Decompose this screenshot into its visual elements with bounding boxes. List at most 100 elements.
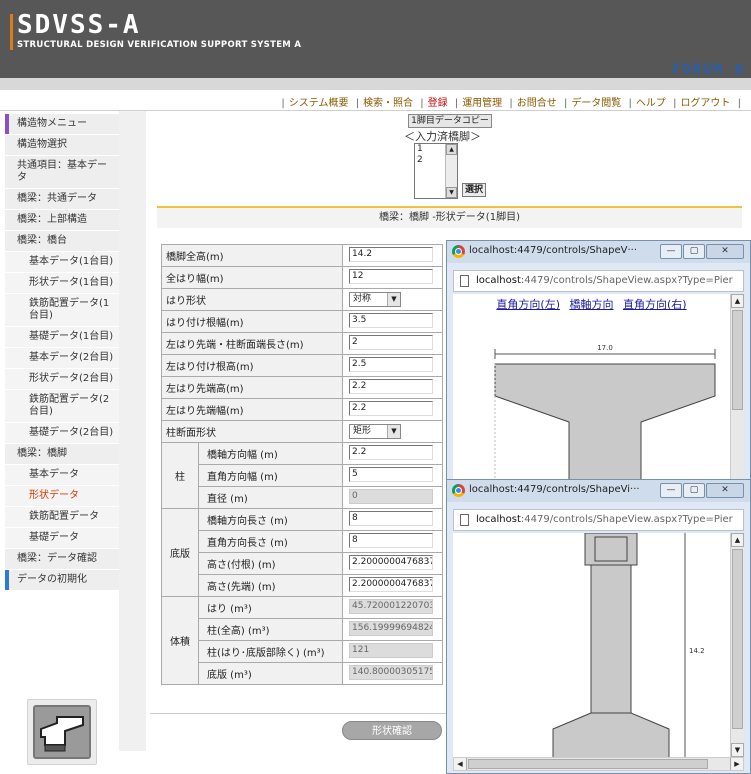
scroll-left-icon[interactable]: ◀: [454, 758, 467, 770]
scroll-up-icon[interactable]: ▲: [731, 294, 744, 308]
pier-height-input[interactable]: 14.2: [349, 246, 433, 262]
field-label: 直角方向幅 (m): [198, 464, 343, 487]
close-icon[interactable]: ✕: [706, 483, 744, 498]
beam-root-height-input[interactable]: 2.5: [349, 356, 433, 372]
nav-data-browse[interactable]: データ閲覧: [571, 98, 621, 109]
sidebar-item-marker: [5, 390, 9, 422]
scroll-down-icon[interactable]: ▼: [731, 743, 744, 757]
nav-search[interactable]: 検索・照合: [363, 98, 413, 109]
window-titlebar[interactable]: localhost:4479/controls/ShapeV··· — ▢ ✕: [447, 241, 750, 263]
sidebar-item[interactable]: 橋梁：共通データ: [5, 189, 119, 210]
sidebar-item[interactable]: 橋梁：橋脚: [5, 444, 119, 465]
scroll-down-icon[interactable]: ▼: [446, 187, 457, 198]
maximize-icon[interactable]: ▢: [683, 483, 705, 498]
footing-tip-height-input[interactable]: 2.2000000476837: [349, 576, 433, 592]
sidebar-item[interactable]: 基本データ(2台目): [5, 348, 119, 369]
sidebar-item[interactable]: 橋梁：上部構造: [5, 210, 119, 231]
copy-pier-data-button[interactable]: 1脚目データコピー: [408, 114, 492, 128]
page-icon: [460, 275, 469, 287]
sidebar-item[interactable]: 形状データ(1台目): [5, 273, 119, 294]
url-path: :4479/controls/ShapeView.aspx?Type=Pier: [520, 514, 733, 525]
footing-bridge-axis-length-input[interactable]: 8: [349, 510, 433, 526]
nav-system-overview[interactable]: システム概要: [289, 98, 349, 109]
shape-view-window-1[interactable]: localhost:4479/controls/ShapeV··· — ▢ ✕ …: [446, 240, 751, 490]
table-row: 全はり幅(m) 12: [161, 266, 443, 289]
sidebar-item[interactable]: 構造物選択: [5, 135, 119, 156]
table-row: 直角方向幅 (m) 5: [162, 464, 443, 487]
column-bridge-axis-width-input[interactable]: 2.2: [349, 444, 433, 460]
nav-register[interactable]: 登録: [428, 98, 448, 109]
nav-help[interactable]: ヘルプ: [636, 98, 666, 109]
sidebar-item[interactable]: 鉄筋配置データ(2台目): [5, 390, 119, 423]
chevron-down-icon: ▼: [387, 425, 400, 438]
scroll-up-icon[interactable]: ▲: [731, 533, 744, 547]
scrollbar-thumb[interactable]: [732, 310, 743, 410]
field-label: 底版 (m³): [198, 662, 343, 685]
scrollbar-thumb[interactable]: [468, 759, 708, 769]
beam-tip-height-input[interactable]: 2.2: [349, 378, 433, 394]
sidebar-item[interactable]: 基礎データ(2台目): [5, 423, 119, 444]
sidebar-item[interactable]: 橋梁：橋台: [5, 231, 119, 252]
url-host: localhost: [476, 514, 521, 525]
page-icon: [460, 514, 469, 526]
sidebar-item-label: 構造物選択: [17, 139, 67, 150]
listbox-scrollbar[interactable]: ▲ ▼: [445, 144, 457, 198]
nav-operations[interactable]: 運用管理: [462, 98, 502, 109]
window-title: localhost:4479/controls/ShapeV···: [469, 245, 638, 256]
nav-contact[interactable]: お問合せ: [517, 98, 557, 109]
address-bar[interactable]: localhost:4479/controls/ShapeView.aspx?T…: [453, 509, 744, 531]
beam-width-input[interactable]: 12: [349, 268, 433, 284]
scroll-right-icon[interactable]: ▶: [730, 758, 743, 770]
sidebar-item[interactable]: データの初期化: [5, 570, 119, 591]
select-button[interactable]: 選択: [462, 183, 486, 197]
sidebar-item[interactable]: 基礎データ(1台目): [5, 327, 119, 348]
sidebar-item[interactable]: 基本データ(1台目): [5, 252, 119, 273]
url-path: :4479/controls/ShapeView.aspx?Type=Pier: [520, 275, 733, 286]
sidebar-item[interactable]: 形状データ: [5, 486, 119, 507]
column-shape-select[interactable]: 矩形 ▼: [349, 424, 401, 439]
table-row: 柱(はり･底版部除く) (m³) 121: [162, 640, 443, 663]
window-titlebar[interactable]: localhost:4479/controls/ShapeVi··· — ▢ ✕: [447, 480, 750, 502]
horizontal-scrollbar[interactable]: ◀ ▶: [453, 757, 744, 771]
sidebar: 構造物メニュー 構造物選択 共通項目：基本データ 橋梁：共通データ 橋梁：上部構造 橋梁：…: [5, 114, 119, 591]
field-label: 左はり先端高(m): [161, 376, 343, 399]
sidebar-item[interactable]: 橋梁：データ確認: [5, 549, 119, 570]
sidebar-item[interactable]: 鉄筋配置データ(1台目): [5, 294, 119, 327]
nav-logout[interactable]: ログアウト: [680, 98, 730, 109]
close-icon[interactable]: ✕: [706, 244, 744, 259]
vertical-scrollbar[interactable]: ▲: [730, 294, 744, 485]
sidebar-item-marker: [5, 348, 9, 368]
sidebar-item[interactable]: 基本データ: [5, 465, 119, 486]
beam-tip-length-input[interactable]: 2: [349, 334, 433, 350]
field-label: 橋軸方向長さ (m): [198, 508, 343, 531]
entered-piers-listbox[interactable]: 1 2 ▲ ▼: [414, 143, 458, 199]
field-label: はり形状: [161, 288, 343, 311]
beam-tip-width-input[interactable]: 2.2: [349, 400, 433, 416]
footing-perpendicular-length-input[interactable]: 8: [349, 532, 433, 548]
beam-root-width-input[interactable]: 3.5: [349, 312, 433, 328]
scrollbar-thumb[interactable]: [732, 549, 743, 729]
scroll-up-icon[interactable]: ▲: [446, 144, 457, 155]
sidebar-item[interactable]: 基礎データ: [5, 528, 119, 549]
footing-root-height-input[interactable]: 2.2000000476837: [349, 554, 433, 570]
sidebar-item-label: 基礎データ(2台目): [29, 427, 114, 438]
shape-confirm-button[interactable]: 形状確認: [342, 721, 442, 740]
minimize-icon[interactable]: —: [660, 244, 682, 259]
sidebar-item[interactable]: 鉄筋配置データ: [5, 507, 119, 528]
view-link-axis[interactable]: 橋軸方向: [567, 298, 617, 311]
address-bar[interactable]: localhost:4479/controls/ShapeView.aspx?T…: [453, 270, 744, 292]
view-link-left[interactable]: 直角方向(左): [493, 298, 563, 311]
vertical-scrollbar[interactable]: ▲ ▼: [730, 533, 744, 757]
column-perpendicular-width-input[interactable]: 5: [349, 466, 433, 482]
sidebar-item-label: 橋梁：橋台: [17, 235, 67, 246]
table-row: 左はり付け根高(m) 2.5: [161, 354, 443, 377]
beam-shape-select[interactable]: 対称 ▼: [349, 292, 401, 307]
sidebar-item[interactable]: 構造物メニュー: [5, 114, 119, 135]
view-link-right[interactable]: 直角方向(右): [620, 298, 690, 311]
maximize-icon[interactable]: ▢: [683, 244, 705, 259]
shape-view-window-2[interactable]: localhost:4479/controls/ShapeVi··· — ▢ ✕…: [446, 479, 751, 774]
sidebar-item[interactable]: 形状データ(2台目): [5, 369, 119, 390]
sidebar-item[interactable]: 共通項目：基本データ: [5, 156, 119, 189]
table-row: はり形状 対称 ▼: [161, 288, 443, 311]
minimize-icon[interactable]: —: [660, 483, 682, 498]
